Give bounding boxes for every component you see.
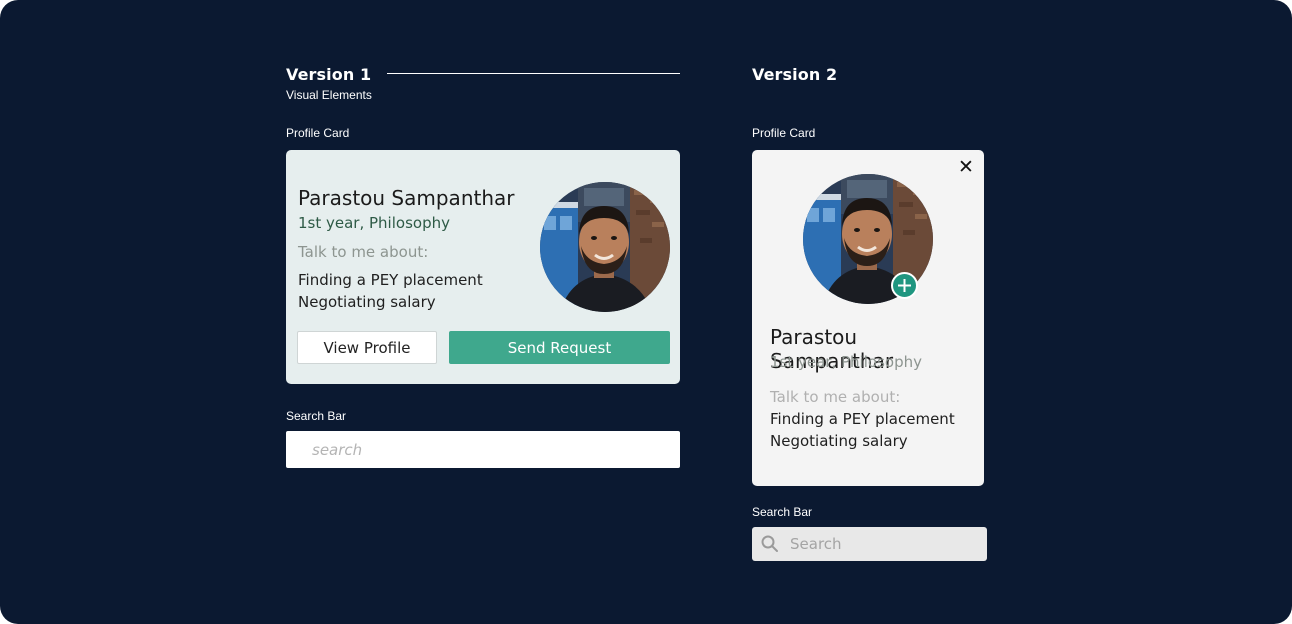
version1-profile-label: Profile Card bbox=[286, 126, 350, 140]
topic-item: Finding a PEY placement bbox=[298, 271, 483, 289]
view-profile-button[interactable]: View Profile bbox=[297, 331, 437, 364]
search-icon bbox=[761, 535, 778, 552]
avatar bbox=[540, 182, 670, 312]
version1-title: Version 1 bbox=[286, 65, 372, 84]
plus-icon[interactable] bbox=[891, 272, 918, 299]
version1-search-label: Search Bar bbox=[286, 409, 347, 423]
profile-year: 1st year, Philosophy bbox=[770, 353, 922, 371]
profile-name: Parastou Sampanthar bbox=[298, 186, 515, 210]
topic-item: Negotiating salary bbox=[770, 432, 908, 450]
version2-profile-label: Profile Card bbox=[752, 126, 816, 140]
topic-item: Negotiating salary bbox=[298, 293, 436, 311]
talk-label: Talk to me about: bbox=[770, 388, 901, 406]
profile-card-v1: Parastou Sampanthar 1st year, Philosophy… bbox=[286, 150, 680, 384]
canvas: Version 1 Visual Elements Profile Card P… bbox=[0, 0, 1292, 624]
close-icon[interactable]: ✕ bbox=[958, 158, 974, 177]
send-request-button[interactable]: Send Request bbox=[449, 331, 670, 364]
version1-subtitle: Visual Elements bbox=[286, 88, 372, 102]
topic-item: Finding a PEY placement bbox=[770, 410, 955, 428]
version2-search-label: Search Bar bbox=[752, 505, 813, 519]
version2-title: Version 2 bbox=[752, 65, 838, 84]
version1-divider bbox=[387, 73, 680, 74]
talk-label: Talk to me about: bbox=[298, 243, 429, 261]
search-input-v2[interactable] bbox=[782, 527, 982, 561]
search-input-v1[interactable] bbox=[286, 431, 680, 468]
search-bar-v2 bbox=[752, 527, 987, 561]
profile-year: 1st year, Philosophy bbox=[298, 214, 450, 232]
profile-card-v2: ✕ Parastou Sampanthar 1st year, Philosop… bbox=[752, 150, 984, 486]
